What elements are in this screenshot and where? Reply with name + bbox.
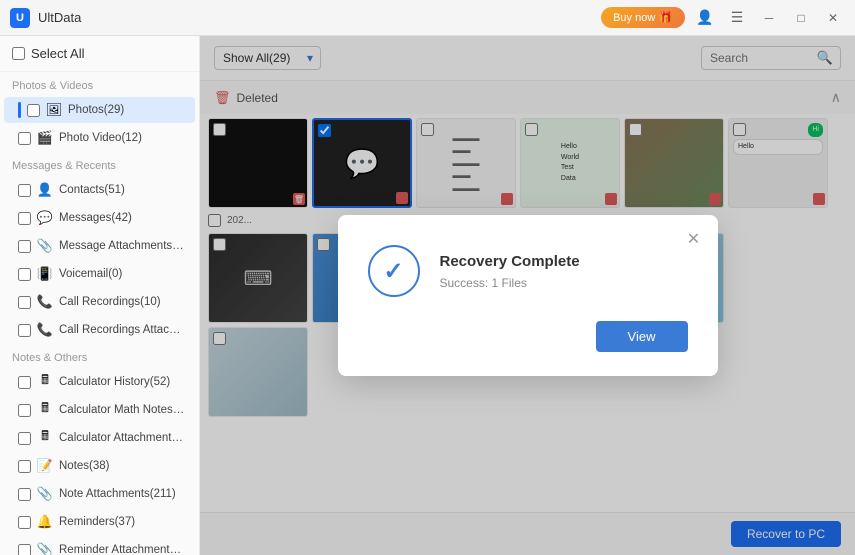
- calc-math-icon: 🖩: [37, 402, 53, 418]
- sidebar-item-note-attach[interactable]: 📎 Note Attachments(211): [4, 481, 195, 507]
- app-logo: U: [10, 8, 30, 28]
- contacts-checkbox[interactable]: [18, 184, 31, 197]
- reminder-attach-label: Reminder Attachments(27): [59, 544, 185, 555]
- active-bar: [18, 102, 21, 118]
- app-title: UltData: [38, 10, 601, 25]
- photo-video-label: Photo Video(12): [59, 132, 142, 144]
- modal-body: ✓ Recovery Complete Success: 1 Files: [368, 245, 688, 297]
- calc-math-label: Calculator Math Notes(6): [59, 404, 185, 416]
- messages-label: Messages(42): [59, 212, 132, 224]
- call-rec-att-icon: 📞: [37, 322, 53, 338]
- call-rec-checkbox[interactable]: [18, 296, 31, 309]
- section-notes-others: Notes & Others: [0, 344, 199, 368]
- notes-checkbox[interactable]: [18, 460, 31, 473]
- select-all-label: Select All: [31, 46, 84, 61]
- notes-icon: 📝: [37, 458, 53, 474]
- calc-attach-icon: 🖩: [37, 430, 53, 446]
- sidebar-item-reminder-attach[interactable]: 📎 Reminder Attachments(27): [4, 537, 195, 555]
- reminders-icon: 🔔: [37, 514, 53, 530]
- section-messages: Messages & Recents: [0, 152, 199, 176]
- gift-icon: 🎁: [659, 11, 673, 24]
- messages-icon: 💬: [37, 210, 53, 226]
- sidebar-item-call-rec-att[interactable]: 📞 Call Recordings Attachment...: [4, 317, 195, 343]
- sidebar-item-calc-history[interactable]: 🖩 Calculator History(52): [4, 369, 195, 395]
- select-all-section[interactable]: Select All: [0, 36, 199, 72]
- modal-title: Recovery Complete: [440, 253, 688, 270]
- photo-video-icon: 🎬: [37, 130, 53, 146]
- sidebar-item-photo-video[interactable]: 🎬 Photo Video(12): [4, 125, 195, 151]
- reminders-checkbox[interactable]: [18, 516, 31, 529]
- title-bar: U UltData Buy now 🎁 👤 ☰ ─ □ ✕: [0, 0, 855, 36]
- messages-checkbox[interactable]: [18, 212, 31, 225]
- calc-attach-label: Calculator Attachments(30): [59, 432, 185, 444]
- minimize-button[interactable]: ─: [757, 6, 781, 30]
- reminder-attach-icon: 📎: [37, 542, 53, 555]
- calc-history-label: Calculator History(52): [59, 376, 170, 388]
- content-area: Show All(29) 🔍 🗑 Deleted ∧ 🗑: [200, 36, 855, 555]
- reminders-label: Reminders(37): [59, 516, 135, 528]
- modal-text-block: Recovery Complete Success: 1 Files: [440, 245, 688, 290]
- note-attach-checkbox[interactable]: [18, 488, 31, 501]
- checkmark-icon: ✓: [383, 257, 403, 286]
- call-rec-icon: 📞: [37, 294, 53, 310]
- photo-video-checkbox[interactable]: [18, 132, 31, 145]
- contacts-icon: 👤: [37, 182, 53, 198]
- sidebar-item-calc-math[interactable]: 🖩 Calculator Math Notes(6): [4, 397, 195, 423]
- modal-footer: View: [368, 321, 688, 352]
- section-photos-videos: Photos & Videos: [0, 72, 199, 96]
- contacts-label: Contacts(51): [59, 184, 125, 196]
- recovery-modal: ✕ ✓ Recovery Complete Success: 1 Files V…: [338, 215, 718, 376]
- sidebar: Select All Photos & Videos 🖼 Photos(29) …: [0, 36, 200, 555]
- call-rec-label: Call Recordings(10): [59, 296, 161, 308]
- sidebar-item-messages[interactable]: 💬 Messages(42): [4, 205, 195, 231]
- sidebar-item-msg-attach[interactable]: 📎 Message Attachments(16): [4, 233, 195, 259]
- note-attach-icon: 📎: [37, 486, 53, 502]
- call-rec-att-checkbox[interactable]: [18, 324, 31, 337]
- modal-view-button[interactable]: View: [596, 321, 688, 352]
- voicemail-label: Voicemail(0): [59, 268, 122, 280]
- success-checkmark: ✓: [368, 245, 420, 297]
- msg-attach-label: Message Attachments(16): [59, 240, 185, 252]
- call-rec-att-label: Call Recordings Attachment...: [59, 324, 185, 336]
- titlebar-actions: Buy now 🎁 👤 ☰ ─ □ ✕: [601, 6, 845, 30]
- voicemail-checkbox[interactable]: [18, 268, 31, 281]
- main-layout: Select All Photos & Videos 🖼 Photos(29) …: [0, 36, 855, 555]
- modal-subtitle: Success: 1 Files: [440, 276, 688, 290]
- select-all-checkbox[interactable]: [12, 47, 25, 60]
- sidebar-item-photos[interactable]: 🖼 Photos(29): [4, 97, 195, 123]
- voicemail-icon: 📳: [37, 266, 53, 282]
- close-button[interactable]: ✕: [821, 6, 845, 30]
- calc-attach-checkbox[interactable]: [18, 432, 31, 445]
- modal-close-button[interactable]: ✕: [682, 227, 706, 251]
- sidebar-item-notes[interactable]: 📝 Notes(38): [4, 453, 195, 479]
- calc-history-icon: 🖩: [37, 374, 53, 390]
- maximize-button[interactable]: □: [789, 6, 813, 30]
- photos-icon: 🖼: [46, 102, 62, 118]
- sidebar-item-call-rec[interactable]: 📞 Call Recordings(10): [4, 289, 195, 315]
- msg-attach-icon: 📎: [37, 238, 53, 254]
- photos-label: Photos(29): [68, 104, 124, 116]
- note-attach-label: Note Attachments(211): [59, 488, 176, 500]
- photos-checkbox[interactable]: [27, 104, 40, 117]
- calc-math-checkbox[interactable]: [18, 404, 31, 417]
- notes-label: Notes(38): [59, 460, 110, 472]
- sidebar-item-calc-attach[interactable]: 🖩 Calculator Attachments(30): [4, 425, 195, 451]
- sidebar-item-reminders[interactable]: 🔔 Reminders(37): [4, 509, 195, 535]
- sidebar-item-voicemail[interactable]: 📳 Voicemail(0): [4, 261, 195, 287]
- user-icon[interactable]: 👤: [693, 6, 717, 30]
- msg-attach-checkbox[interactable]: [18, 240, 31, 253]
- menu-icon[interactable]: ☰: [725, 6, 749, 30]
- calc-history-checkbox[interactable]: [18, 376, 31, 389]
- buy-now-button[interactable]: Buy now 🎁: [601, 7, 685, 28]
- reminder-attach-checkbox[interactable]: [18, 544, 31, 555]
- sidebar-item-contacts[interactable]: 👤 Contacts(51): [4, 177, 195, 203]
- modal-overlay: ✕ ✓ Recovery Complete Success: 1 Files V…: [200, 36, 855, 555]
- buy-now-label: Buy now: [613, 12, 655, 24]
